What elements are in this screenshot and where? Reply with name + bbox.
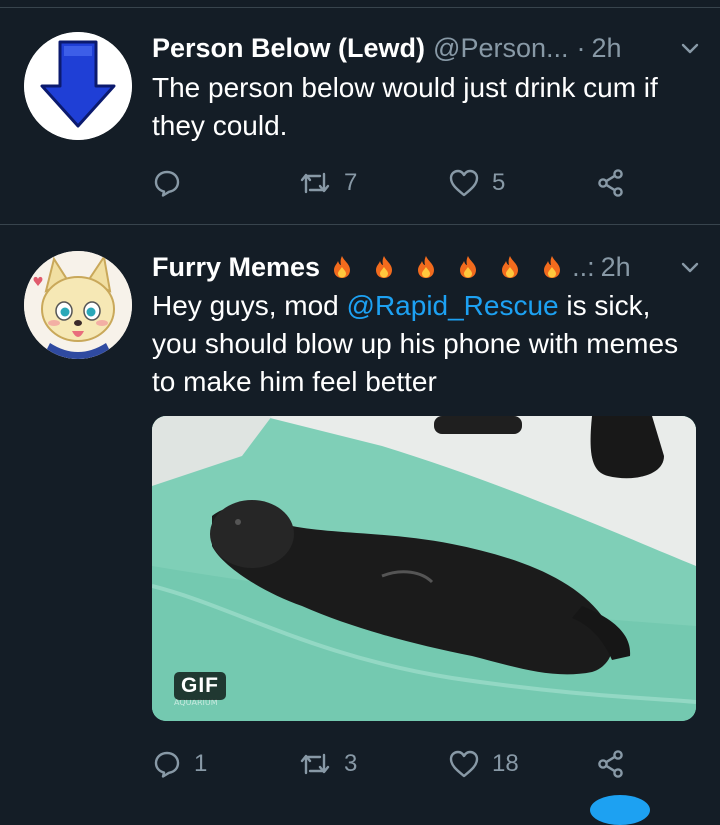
tweet-header: Person Below (Lewd) @Person... · 2h xyxy=(152,30,700,66)
display-name[interactable]: Furry Memes xyxy=(152,252,320,283)
user-handle-truncated[interactable]: ..: xyxy=(572,252,595,283)
chevron-down-icon[interactable] xyxy=(680,257,700,277)
tweet-1[interactable]: Person Below (Lewd) @Person... · 2h The … xyxy=(0,8,720,225)
fire-icon xyxy=(418,256,435,278)
chevron-down-icon[interactable] xyxy=(680,38,700,58)
like-icon xyxy=(449,169,479,197)
name-emoji-row xyxy=(332,255,572,279)
like-button[interactable]: 5 xyxy=(448,168,505,198)
avatar-down-arrow[interactable] xyxy=(24,32,132,140)
tweet-text-before: Hey guys, mod xyxy=(152,290,347,321)
reply-button[interactable]: 1 xyxy=(152,749,207,779)
retweet-icon xyxy=(300,753,330,775)
tweet-text: The person below would just drink cum if… xyxy=(152,72,658,141)
like-button[interactable]: 18 xyxy=(448,749,519,779)
display-name[interactable]: Person Below (Lewd) xyxy=(152,33,425,64)
like-count: 18 xyxy=(492,750,519,777)
tweet-header: Furry Memes ..: 2h xyxy=(152,249,700,285)
share-icon xyxy=(598,169,623,197)
otter-gif-image: AQUARIUM xyxy=(152,416,696,721)
share-icon xyxy=(598,750,623,778)
tweet-text: Hey guys, mod @Rapid_Rescue is sick, you… xyxy=(152,287,702,401)
retweet-count: 3 xyxy=(344,750,358,777)
fire-icon xyxy=(544,256,561,278)
tweet-actions: 7 5 xyxy=(152,168,672,200)
mention-link[interactable]: @Rapid_Rescue xyxy=(347,290,559,321)
reply-icon xyxy=(154,170,180,197)
separator-dot: · xyxy=(576,32,586,63)
fire-icon xyxy=(460,256,477,278)
reply-icon xyxy=(154,751,180,778)
down-arrow-icon xyxy=(24,32,132,140)
retweet-button[interactable]: 3 xyxy=(298,749,357,779)
like-count: 5 xyxy=(492,169,506,196)
gif-badge: GIF xyxy=(174,672,226,700)
tweet-actions: 1 3 18 xyxy=(152,749,672,781)
avatar-furry[interactable] xyxy=(24,251,132,359)
timestamp[interactable]: 2h xyxy=(601,252,631,283)
compose-fab-edge[interactable] xyxy=(590,795,650,825)
retweet-count: 7 xyxy=(344,169,358,196)
user-handle[interactable]: @Person... xyxy=(433,33,568,64)
fire-icon xyxy=(376,256,393,278)
retweet-icon xyxy=(300,172,330,194)
fire-icon xyxy=(502,256,519,278)
reply-button[interactable] xyxy=(152,168,194,198)
furry-avatar-icon xyxy=(24,251,132,359)
tweet-2[interactable]: Furry Memes ..: 2h Hey guys, mod @Rapid_… xyxy=(0,225,720,802)
share-button[interactable] xyxy=(596,749,626,779)
gif-media[interactable]: AQUARIUM GIF xyxy=(152,416,696,721)
share-button[interactable] xyxy=(596,168,626,198)
timestamp[interactable]: 2h xyxy=(592,33,622,64)
reply-count: 1 xyxy=(194,750,208,777)
retweet-button[interactable]: 7 xyxy=(298,168,357,198)
fire-icon xyxy=(334,256,351,278)
like-icon xyxy=(449,750,479,778)
